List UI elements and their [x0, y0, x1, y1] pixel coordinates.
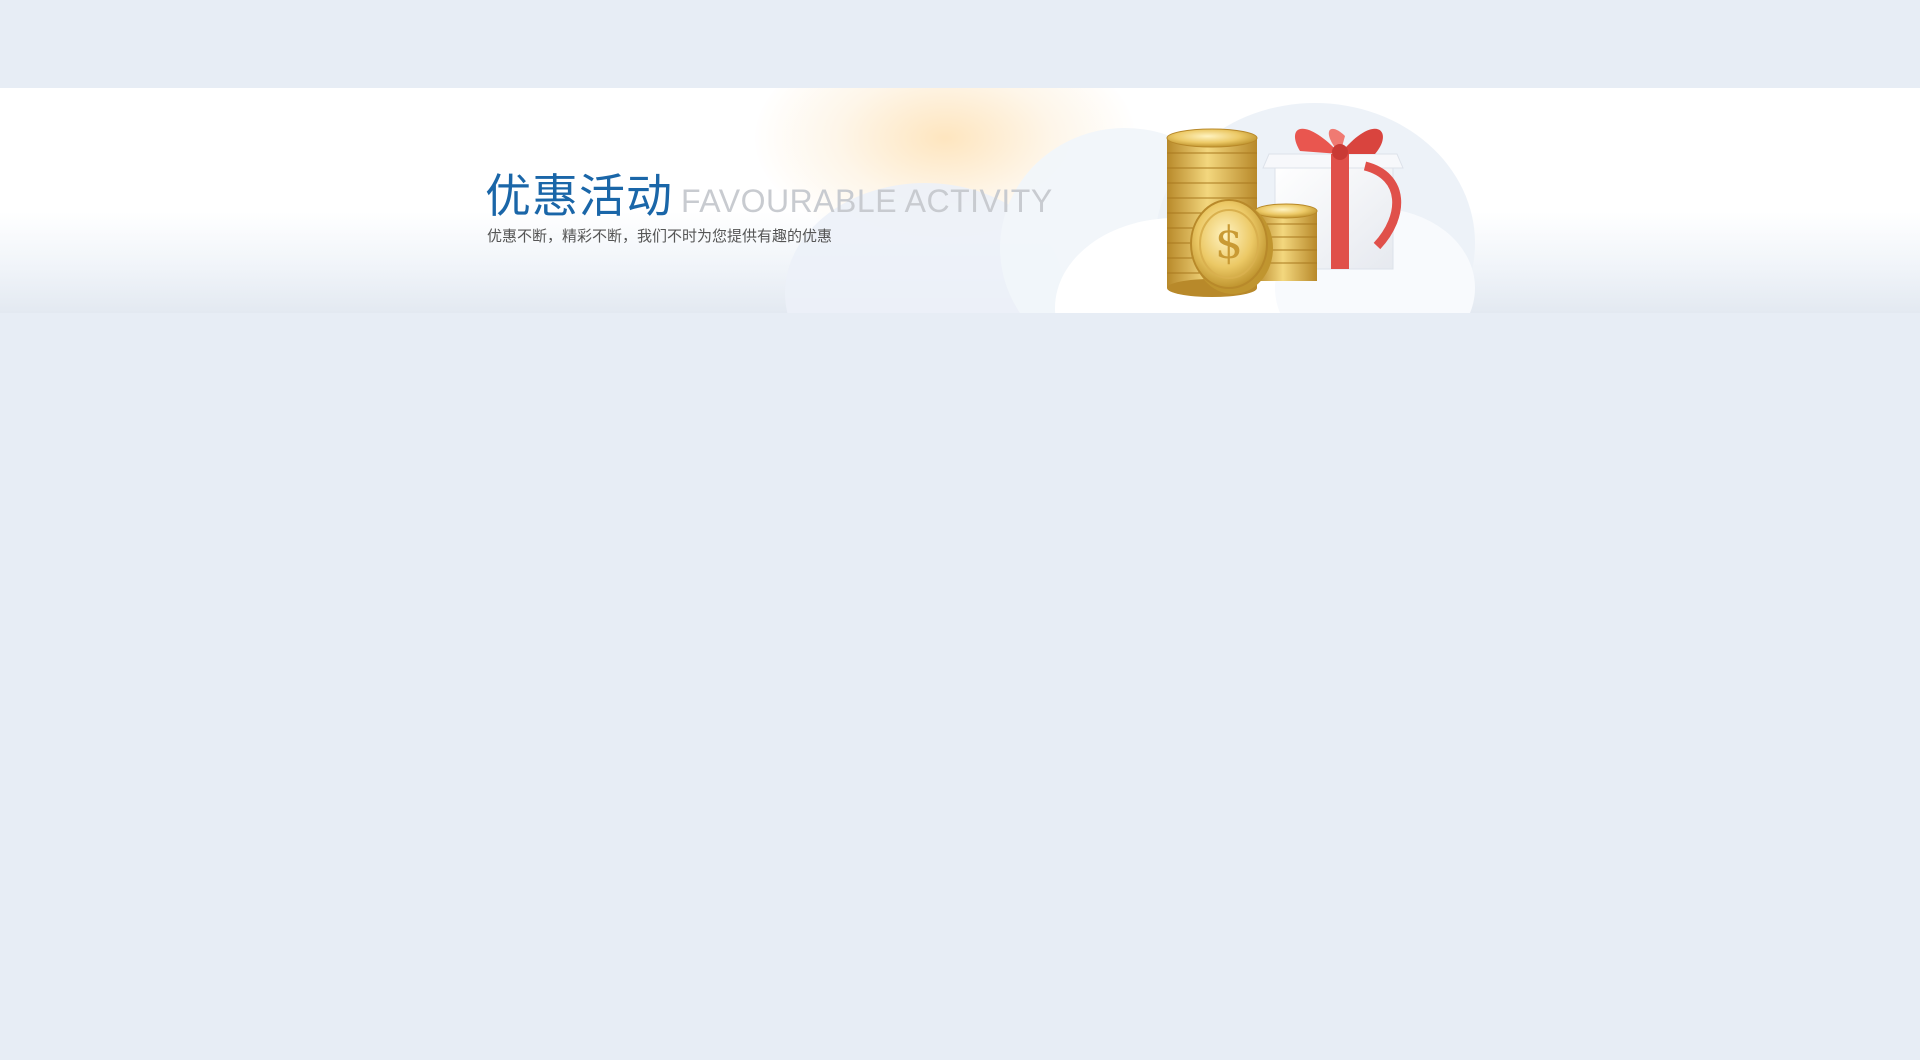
title-english: FAVOURABLE ACTIVITY: [681, 183, 1053, 219]
title-chinese: 优惠活动: [485, 169, 673, 223]
banner-subtitle: 优惠不断，精彩不断，我们不时为您提供有趣的优惠: [487, 227, 833, 245]
coins-and-gift-icon: $: [1135, 106, 1435, 313]
banner-content: 优惠活动 FAVOURABLE ACTIVITY 优惠不断，精彩不断，我们不时为…: [455, 88, 1475, 313]
promo-banner: 优惠活动 FAVOURABLE ACTIVITY 优惠不断，精彩不断，我们不时为…: [0, 88, 1920, 313]
coins-and-gift-icon-svg: $: [1166, 128, 1404, 297]
banner-title: 优惠活动 FAVOURABLE ACTIVITY: [485, 160, 1053, 226]
page: 优惠活动 FAVOURABLE ACTIVITY 优惠不断，精彩不断，我们不时为…: [0, 0, 1920, 1060]
svg-text:$: $: [1215, 218, 1243, 269]
